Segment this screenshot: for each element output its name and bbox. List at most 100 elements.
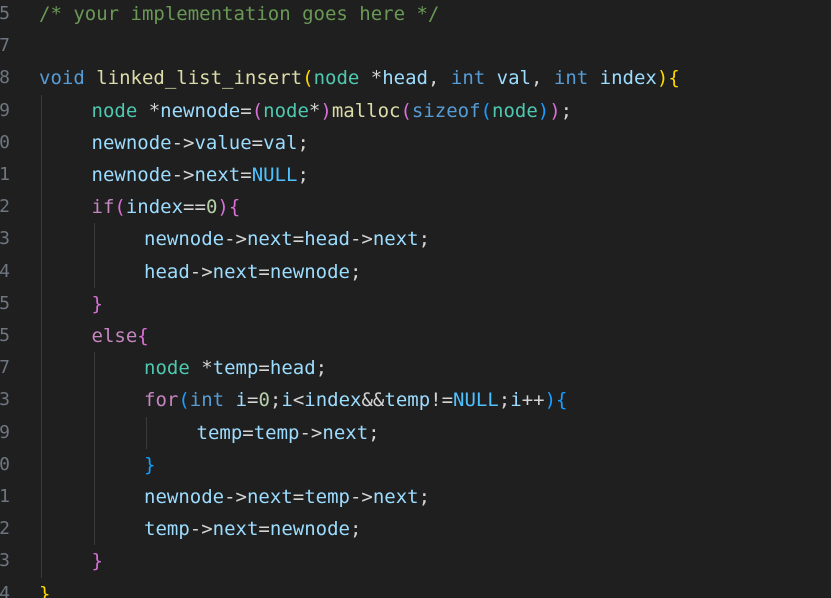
code-token: next (212, 260, 259, 283)
code-text: } (92, 288, 103, 320)
code-token: = (240, 164, 252, 186)
line-number: 2 (0, 196, 10, 218)
line-number: 4 (0, 260, 10, 282)
code-token: i (235, 389, 248, 412)
line-number: 7 (0, 35, 10, 57)
code-line[interactable]: 9 node *newnode=(node*)malloc(sizeof(node… (0, 95, 831, 127)
code-line[interactable]: 4} (0, 578, 831, 598)
code-line[interactable]: 0 newnode->value=val; (0, 127, 831, 159)
code-token: node (263, 99, 309, 122)
line-number: 9 (0, 99, 10, 121)
code-line[interactable]: 3 newnode->next=head->next; (0, 223, 831, 255)
code-token: i (281, 389, 293, 412)
code-token: head (144, 260, 190, 283)
code-line[interactable]: 5 /* your implementation goes here */ (0, 0, 831, 30)
code-token: ) (320, 99, 332, 122)
code-text: for(int i=0;i<index&&temp!=NULL;i++){ (144, 384, 568, 416)
code-token: ( (178, 389, 190, 412)
code-line[interactable]: 7 node *temp=head; (0, 352, 831, 384)
code-token: temp (196, 421, 243, 444)
code-line[interactable]: 5} (0, 288, 831, 320)
code-token: else (91, 325, 138, 347)
code-token: node (91, 99, 138, 122)
code-token: = (258, 357, 270, 380)
code-line[interactable]: 2 if(index==0){ (0, 191, 831, 223)
code-text: } (39, 578, 50, 598)
code-token: { (668, 67, 680, 90)
code-token: = (258, 260, 270, 283)
code-token: * (189, 357, 213, 380)
code-line[interactable]: 5 else{ (0, 320, 831, 352)
code-token: ( (400, 99, 412, 122)
code-token: temp (212, 357, 259, 380)
code-token: } (39, 582, 51, 598)
code-editor[interactable]: 5 /* your implementation goes here */ 7 8 vo… (0, 0, 831, 598)
code-token: -> (224, 228, 247, 251)
code-line[interactable]: 2 temp->next=newnode; (0, 513, 831, 545)
code-line[interactable]: 1 newnode->next=temp->next; (0, 481, 831, 513)
code-line[interactable]: 0} (0, 449, 831, 481)
code-token: == (183, 196, 206, 219)
code-token: = (240, 99, 252, 122)
code-token: ( (251, 99, 264, 122)
code-token: next (322, 421, 369, 444)
code-line[interactable]: 1 newnode->next=NULL; (0, 159, 831, 191)
code-token: ; (349, 260, 362, 283)
code-line[interactable]: 3 for(int i=0;i<index&&temp!=NULL;i++){ (0, 384, 831, 416)
code-text: newnode->value=val; (92, 127, 309, 159)
code-text: node *newnode=(node*)malloc(sizeof(node)… (92, 95, 573, 127)
code-token: } (91, 292, 103, 315)
code-line[interactable]: 7 (0, 30, 831, 62)
code-line[interactable]: 4 head->next=newnode; (0, 256, 831, 288)
code-token: /* your implementation goes here */ (39, 3, 440, 25)
code-token: newnode (91, 131, 172, 154)
code-token: != (430, 389, 454, 412)
code-text: if(index==0){ (92, 191, 241, 223)
code-token: ; (269, 389, 282, 412)
code-token: { (137, 325, 149, 347)
code-token: { (556, 389, 568, 412)
line-number: 3 (0, 389, 10, 411)
line-number: 5 (0, 325, 10, 346)
code-token: newnode (269, 260, 350, 283)
code-token: newnode (144, 228, 225, 251)
code-token: -> (349, 486, 373, 508)
code-token: -> (349, 228, 373, 251)
code-token: = (292, 228, 305, 251)
line-number: 3 (0, 550, 10, 572)
code-token: malloc (331, 99, 401, 122)
code-text: newnode->next=NULL; (92, 159, 309, 191)
code-line[interactable]: 3} (0, 545, 831, 577)
code-token: -> (189, 260, 213, 283)
code-token: ( (114, 196, 126, 219)
code-token: newnode (269, 518, 350, 541)
line-number: 5 (0, 292, 10, 314)
code-token: node (144, 357, 190, 380)
code-token: ; (315, 357, 328, 380)
code-token: 0 (205, 196, 218, 219)
code-token: i (510, 389, 522, 412)
code-token: newnode (91, 164, 172, 186)
code-token: NULL (251, 164, 298, 186)
code-text: head->next=newnode; (144, 256, 361, 288)
line-number: 7 (0, 357, 10, 379)
code-token: ; (498, 389, 511, 412)
code-token: int (189, 389, 225, 412)
code-text: } (144, 449, 155, 481)
code-line[interactable]: 9 temp=temp->next; (0, 417, 831, 449)
code-token: ; (418, 228, 431, 251)
code-token: = (258, 518, 270, 541)
code-token: ; (560, 99, 573, 122)
code-token: index (599, 67, 657, 90)
code-token: next (246, 228, 293, 251)
line-number: 1 (0, 164, 10, 185)
code-token: , (531, 67, 554, 90)
code-token: temp (304, 486, 350, 508)
code-token: int (553, 67, 589, 90)
code-token: ; (418, 486, 431, 508)
code-line[interactable]: 8 void linked_list_insert(node *head, int… (0, 62, 831, 94)
code-text: temp->next=newnode; (144, 513, 361, 545)
code-token: void (39, 67, 85, 90)
code-token: * (359, 67, 383, 90)
